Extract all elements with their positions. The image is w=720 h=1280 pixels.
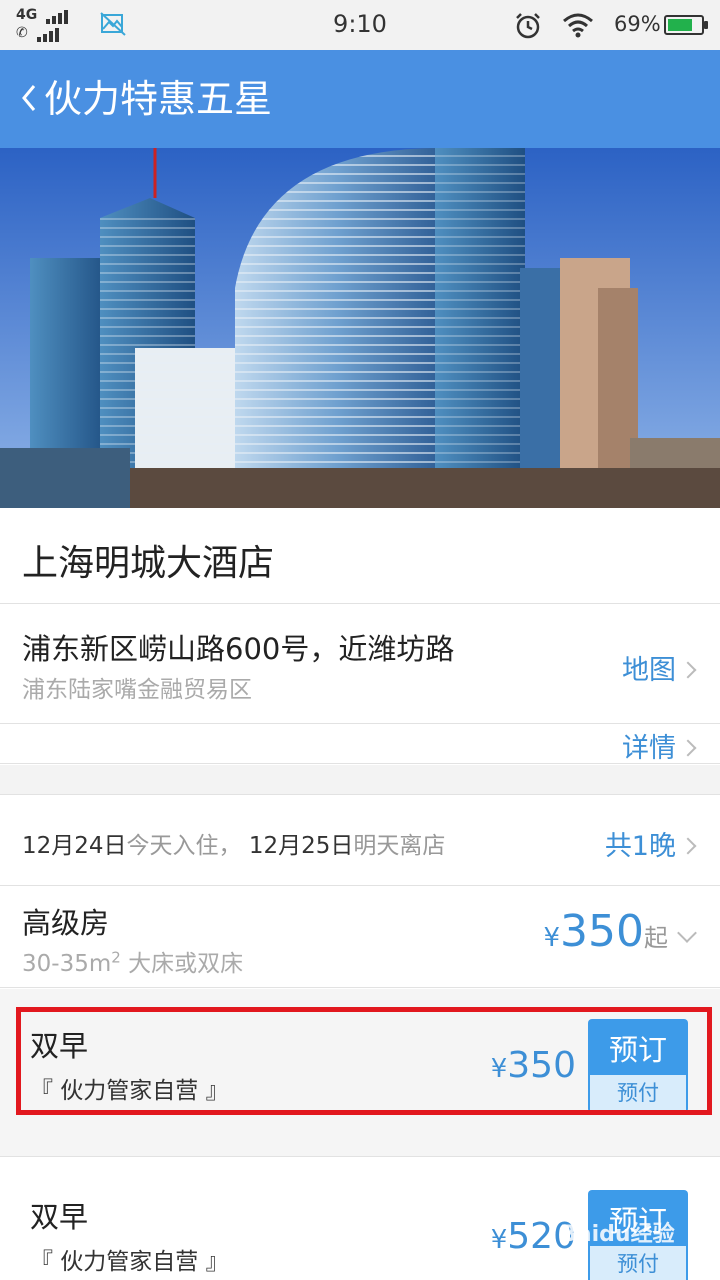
offer-vendor: 『 伙力管家自营 』 xyxy=(30,1249,229,1275)
stay-dates: 12月24日今天入住， 12月25日明天离店 xyxy=(22,826,445,860)
room-type-row[interactable]: 高级房 30-35m2 大床或双床 ¥350起 xyxy=(0,886,720,988)
checkin-text: 今天入住， xyxy=(126,833,242,859)
room-size: 30-35m xyxy=(22,951,112,977)
map-link[interactable]: 地图 xyxy=(622,648,697,687)
room-price-value: 350 xyxy=(560,906,644,957)
hotel-area: 浦东陆家嘴金融贸易区 xyxy=(22,677,252,703)
currency-symbol: ¥ xyxy=(490,1225,508,1255)
clock: 9:10 xyxy=(333,10,387,38)
offer-plan: 双早 xyxy=(30,1200,89,1234)
room-name: 高级房 xyxy=(22,906,110,940)
highlight-box xyxy=(16,1007,712,1115)
chevron-down-icon[interactable] xyxy=(677,923,697,943)
chevron-right-icon xyxy=(679,661,697,678)
header-bar: 伙力特惠五星 xyxy=(0,50,720,148)
room-size-unit: 2 xyxy=(111,948,121,967)
battery-percent: 69% xyxy=(614,12,661,36)
watermark: Baidu经验 xyxy=(560,1222,675,1247)
room-price: ¥350起 xyxy=(543,906,668,957)
hotel-name-row: 上海明城大酒店 xyxy=(0,508,720,604)
room-spec: 30-35m2 大床或双床 xyxy=(22,944,243,978)
nights-count: 共1晚 xyxy=(604,831,676,862)
page-title: 伙力特惠五星 xyxy=(44,77,273,121)
map-link-label: 地图 xyxy=(622,655,676,686)
prepay-label: 预付 xyxy=(590,1246,686,1280)
price-suffix: 起 xyxy=(644,924,668,952)
chevron-right-icon xyxy=(679,739,697,756)
details-link-label: 详情 xyxy=(622,733,676,764)
checkout-text: 明天离店 xyxy=(353,833,446,859)
alarm-icon xyxy=(516,13,540,39)
chevron-left-icon[interactable] xyxy=(16,74,40,122)
nights-link[interactable]: 共1晚 xyxy=(604,824,697,863)
address-row[interactable]: 浦东新区崂山路600号，近潍坊路 浦东陆家嘴金融贸易区 地图 xyxy=(0,604,720,724)
hotel-address: 浦东新区崂山路600号，近潍坊路 xyxy=(22,632,455,666)
currency-symbol: ¥ xyxy=(543,923,561,953)
hotel-name: 上海明城大酒店 xyxy=(22,543,275,584)
checkin-date: 12月24日 xyxy=(22,833,127,859)
stay-dates-row[interactable]: 12月24日今天入住， 12月25日明天离店 共1晚 xyxy=(0,796,720,886)
battery-icon xyxy=(664,15,708,35)
chevron-right-icon xyxy=(679,837,697,854)
checkout-date: 12月25日 xyxy=(248,833,354,859)
section-divider xyxy=(0,765,720,795)
wifi-icon xyxy=(563,13,593,38)
details-link[interactable]: 详情 xyxy=(622,726,697,765)
status-bar: 4G ✆ 9:10 69% xyxy=(0,0,720,50)
room-bed: 大床或双床 xyxy=(120,951,244,977)
hotel-photo xyxy=(0,148,720,508)
details-row[interactable]: 详情 xyxy=(0,724,720,764)
